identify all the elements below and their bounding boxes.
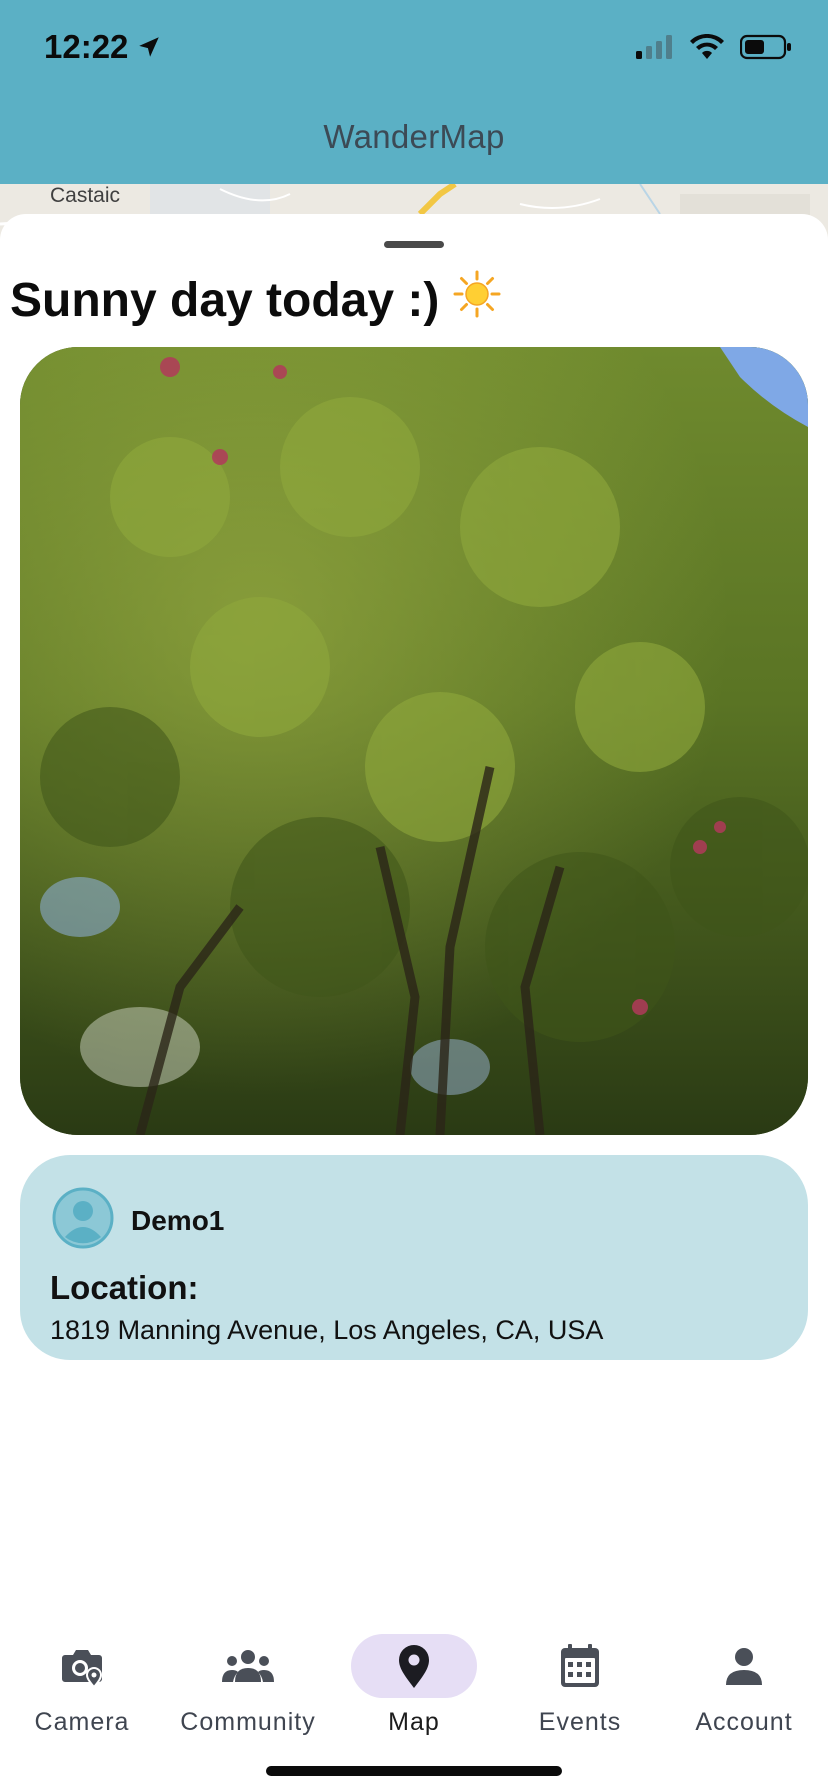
location-value: 1819 Manning Avenue, Los Angeles, CA, US… [50, 1315, 604, 1345]
location-arrow-icon [139, 37, 160, 57]
status-time-text: 12:22 [44, 28, 129, 65]
battery-icon [740, 34, 791, 60]
post-title: Sunny day today :) [10, 270, 501, 330]
sun-emoji-icon [453, 270, 501, 330]
post-info-card: Demo1 Location: 1819 Manning Avenue, Los… [20, 1155, 808, 1360]
tab-camera-label: Camera [34, 1708, 130, 1736]
status-bar-time: 12:22 [44, 28, 162, 66]
wifi-icon [690, 34, 724, 59]
person-icon [726, 1648, 762, 1685]
community-icon [222, 1650, 274, 1682]
tab-events[interactable]: Events [500, 1634, 660, 1744]
status-indicators [636, 34, 792, 60]
tree-foliage-image [20, 347, 808, 1135]
camera-location-icon [62, 1650, 103, 1689]
post-detail-sheet[interactable]: Sunny day today :) Demo1 Location: 1819 … [0, 214, 828, 1614]
tab-community[interactable]: Community [168, 1634, 328, 1744]
tab-map-active-indicator [351, 1634, 477, 1698]
tab-camera-icon-container [19, 1634, 145, 1698]
tab-map-label: Map [388, 1708, 440, 1736]
tab-events-label: Events [538, 1708, 622, 1736]
user-avatar-icon[interactable] [52, 1187, 114, 1249]
tab-community-label: Community [180, 1708, 316, 1736]
location-label: Location: [50, 1269, 199, 1306]
home-indicator[interactable] [266, 1766, 562, 1776]
app-header: 12:22 WanderMap [0, 0, 828, 184]
map-place-label: Castaic [50, 184, 121, 207]
tab-camera[interactable]: Camera [2, 1634, 162, 1744]
tab-account[interactable]: Account [664, 1634, 824, 1744]
tab-account-icon-container [681, 1634, 807, 1698]
post-username[interactable]: Demo1 [131, 1205, 224, 1237]
tab-community-icon-container [185, 1634, 311, 1698]
post-title-text: Sunny day today :) [10, 273, 440, 327]
calendar-icon [561, 1644, 599, 1687]
tab-map[interactable]: Map [334, 1634, 494, 1744]
cellular-signal-icon [636, 35, 672, 59]
sheet-grabber[interactable] [384, 241, 444, 248]
tab-events-icon-container [517, 1634, 643, 1698]
map-pin-icon [399, 1645, 429, 1688]
app-title: WanderMap [323, 118, 505, 155]
tab-account-label: Account [695, 1708, 793, 1736]
post-photo[interactable] [20, 347, 808, 1135]
